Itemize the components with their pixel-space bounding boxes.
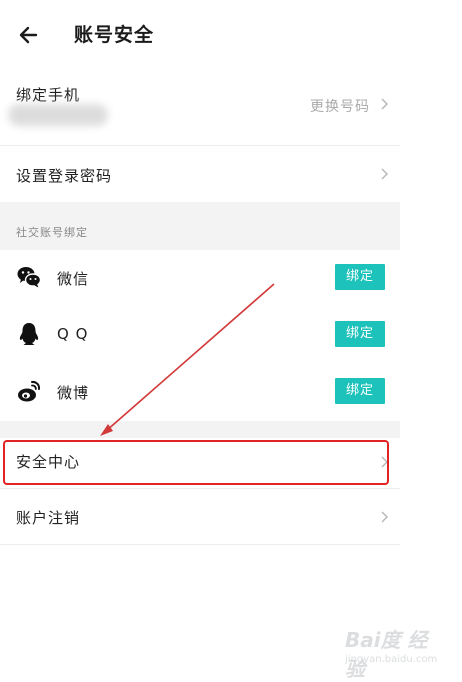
bind-weibo-button[interactable]: 绑定 bbox=[335, 378, 385, 404]
social-section-label: 社交账号绑定 bbox=[16, 226, 88, 239]
bind-phone-label: 绑定手机 bbox=[16, 86, 81, 104]
set-password-label: 设置登录密码 bbox=[16, 167, 113, 185]
security-center-row[interactable]: 安全中心 bbox=[0, 438, 400, 488]
social-section-header: 社交账号绑定 bbox=[0, 202, 400, 250]
account-cancel-label: 账户注销 bbox=[16, 509, 81, 527]
chevron-right-icon bbox=[381, 511, 388, 523]
status-bar-remnant bbox=[60, 0, 350, 4]
account-security-page: 账号安全 绑定手机 更换号码 设置登录密码 社交账号绑定 微信 绑定 Q Q 绑… bbox=[0, 0, 400, 681]
blurred-phone-number bbox=[8, 104, 108, 126]
top-bar: 账号安全 bbox=[0, 0, 400, 70]
qq-icon bbox=[19, 323, 39, 345]
baidu-watermark: Bai度 经验 jingyan.baidu.com bbox=[345, 624, 440, 681]
social-item-weibo: 微博 绑定 bbox=[0, 364, 400, 421]
watermark-logo-text: Bai度 经验 bbox=[345, 628, 428, 681]
bind-qq-button[interactable]: 绑定 bbox=[335, 321, 385, 347]
social-item-qq: Q Q 绑定 bbox=[0, 307, 400, 364]
weibo-label: 微博 bbox=[57, 384, 90, 402]
chevron-right-icon bbox=[381, 98, 388, 110]
watermark-url: jingyan.baidu.com bbox=[345, 654, 438, 665]
chevron-right-icon bbox=[381, 168, 388, 180]
divider bbox=[0, 544, 400, 545]
bind-wechat-button[interactable]: 绑定 bbox=[335, 264, 385, 290]
wechat-label: 微信 bbox=[57, 270, 90, 288]
section-gap bbox=[0, 421, 400, 438]
social-item-wechat: 微信 绑定 bbox=[0, 250, 400, 307]
change-number-text: 更换号码 bbox=[310, 99, 370, 115]
chevron-right-icon bbox=[381, 456, 388, 468]
arrow-left-icon bbox=[19, 26, 38, 44]
weibo-icon bbox=[18, 380, 41, 402]
page-title: 账号安全 bbox=[74, 24, 155, 46]
account-cancel-row[interactable]: 账户注销 bbox=[0, 489, 400, 544]
qq-label: Q Q bbox=[57, 325, 89, 343]
wechat-icon bbox=[17, 267, 42, 288]
security-center-label: 安全中心 bbox=[16, 453, 81, 471]
set-password-row[interactable]: 设置登录密码 bbox=[0, 146, 400, 202]
back-button[interactable] bbox=[14, 20, 44, 50]
